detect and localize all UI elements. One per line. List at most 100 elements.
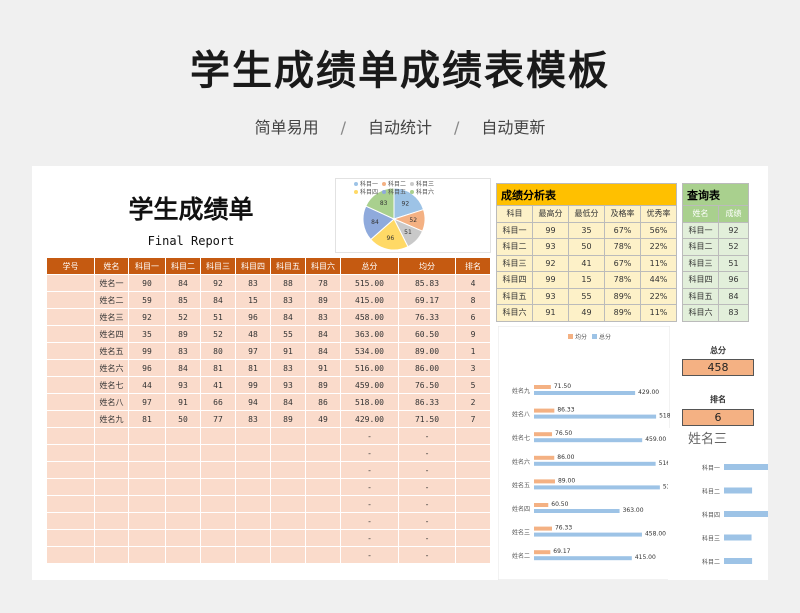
average-bar[interactable] — [534, 479, 555, 484]
table-cell[interactable] — [305, 529, 341, 547]
table-cell[interactable] — [128, 529, 166, 547]
table-cell[interactable]: - — [398, 427, 456, 445]
table-cell[interactable]: 姓名二 — [94, 291, 129, 309]
table-cell[interactable]: 60.50 — [398, 325, 456, 343]
analysis-cell[interactable]: 67% — [604, 254, 641, 272]
table-cell[interactable] — [46, 359, 95, 377]
table-cell[interactable] — [94, 495, 129, 513]
table-cell[interactable]: 姓名三 — [94, 308, 129, 326]
table-cell[interactable]: 81 — [235, 359, 271, 377]
table-cell[interactable]: - — [340, 444, 399, 462]
lookup-cell[interactable]: 83 — [718, 304, 749, 322]
table-cell[interactable] — [46, 410, 95, 428]
table-cell[interactable]: 52 — [200, 325, 236, 343]
table-cell[interactable]: 9 — [455, 325, 491, 343]
analysis-cell[interactable]: 91 — [532, 304, 569, 322]
table-cell[interactable] — [165, 495, 201, 513]
table-cell[interactable] — [200, 495, 236, 513]
table-cell[interactable]: - — [340, 461, 399, 479]
table-cell[interactable]: 55 — [270, 325, 306, 343]
table-cell[interactable]: 415.00 — [340, 291, 399, 309]
table-cell[interactable] — [235, 427, 271, 445]
table-cell[interactable]: 35 — [128, 325, 166, 343]
table-cell[interactable]: 85 — [165, 291, 201, 309]
table-cell[interactable]: - — [398, 478, 456, 496]
table-cell[interactable]: 姓名一 — [94, 274, 129, 292]
table-cell[interactable]: 88 — [270, 274, 306, 292]
table-cell[interactable] — [128, 546, 166, 564]
table-cell[interactable]: 48 — [235, 325, 271, 343]
table-cell[interactable]: 89 — [305, 291, 341, 309]
table-cell[interactable]: 7 — [455, 410, 491, 428]
analysis-cell[interactable]: 35 — [568, 221, 605, 239]
analysis-cell[interactable]: 科目五 — [496, 287, 533, 305]
table-cell[interactable]: 59 — [128, 291, 166, 309]
table-cell[interactable]: 84 — [270, 393, 306, 411]
table-cell[interactable]: 83 — [270, 291, 306, 309]
analysis-cell[interactable]: 93 — [532, 287, 569, 305]
table-cell[interactable]: 83 — [270, 359, 306, 377]
total-bar[interactable] — [534, 461, 656, 466]
table-cell[interactable] — [46, 427, 95, 445]
analysis-cell[interactable]: 11% — [640, 254, 677, 272]
table-cell[interactable]: 97 — [235, 342, 271, 360]
table-cell[interactable] — [46, 376, 95, 394]
table-cell[interactable] — [94, 512, 129, 530]
table-cell[interactable]: 4 — [455, 274, 491, 292]
mini-bar[interactable] — [724, 534, 752, 541]
table-cell[interactable]: - — [398, 495, 456, 513]
table-cell[interactable]: 51 — [200, 308, 236, 326]
student-chart-box[interactable]: 姓名三 科目一 科目二 科目四 科目三 科目二 — [668, 428, 768, 580]
total-bar[interactable] — [534, 438, 643, 443]
table-cell[interactable] — [235, 478, 271, 496]
analysis-cell[interactable]: 22% — [640, 238, 677, 256]
table-cell[interactable] — [305, 444, 341, 462]
analysis-cell[interactable]: 67% — [604, 221, 641, 239]
table-cell[interactable]: 84 — [305, 325, 341, 343]
table-cell[interactable] — [94, 529, 129, 547]
table-cell[interactable]: 90 — [128, 274, 166, 292]
rank-value[interactable]: 6 — [682, 409, 754, 426]
table-cell[interactable] — [305, 495, 341, 513]
table-cell[interactable] — [270, 512, 306, 530]
table-cell[interactable]: 91 — [270, 342, 306, 360]
table-cell[interactable] — [305, 546, 341, 564]
table-cell[interactable]: 83 — [235, 274, 271, 292]
table-cell[interactable] — [165, 546, 201, 564]
table-cell[interactable]: 76.33 — [398, 308, 456, 326]
table-cell[interactable] — [455, 461, 491, 479]
table-cell[interactable] — [455, 444, 491, 462]
lookup-cell[interactable]: 92 — [718, 221, 749, 239]
analysis-cell[interactable]: 11% — [640, 304, 677, 322]
lookup-cell[interactable]: 科目四 — [682, 271, 719, 289]
table-cell[interactable]: 49 — [305, 410, 341, 428]
table-cell[interactable] — [165, 427, 201, 445]
table-cell[interactable]: 458.00 — [340, 308, 399, 326]
table-cell[interactable] — [46, 478, 95, 496]
table-cell[interactable] — [270, 495, 306, 513]
table-cell[interactable] — [165, 529, 201, 547]
total-bar[interactable] — [534, 414, 657, 419]
analysis-cell[interactable]: 科目四 — [496, 271, 533, 289]
table-cell[interactable] — [165, 478, 201, 496]
average-bar[interactable] — [534, 408, 555, 413]
analysis-cell[interactable]: 89% — [604, 304, 641, 322]
table-cell[interactable] — [165, 512, 201, 530]
table-cell[interactable]: 姓名八 — [94, 393, 129, 411]
table-cell[interactable]: - — [398, 461, 456, 479]
table-cell[interactable] — [46, 546, 95, 564]
table-cell[interactable] — [270, 444, 306, 462]
table-cell[interactable] — [46, 393, 95, 411]
table-cell[interactable]: 89 — [305, 376, 341, 394]
table-cell[interactable] — [94, 546, 129, 564]
lookup-cell[interactable]: 96 — [718, 271, 749, 289]
table-cell[interactable]: 86.00 — [398, 359, 456, 377]
lookup-cell[interactable]: 52 — [718, 238, 749, 256]
table-cell[interactable] — [235, 495, 271, 513]
table-cell[interactable]: 姓名九 — [94, 410, 129, 428]
analysis-cell[interactable]: 56% — [640, 221, 677, 239]
analysis-cell[interactable]: 科目二 — [496, 238, 533, 256]
analysis-cell[interactable]: 78% — [604, 271, 641, 289]
table-cell[interactable] — [270, 478, 306, 496]
analysis-cell[interactable]: 科目一 — [496, 221, 533, 239]
